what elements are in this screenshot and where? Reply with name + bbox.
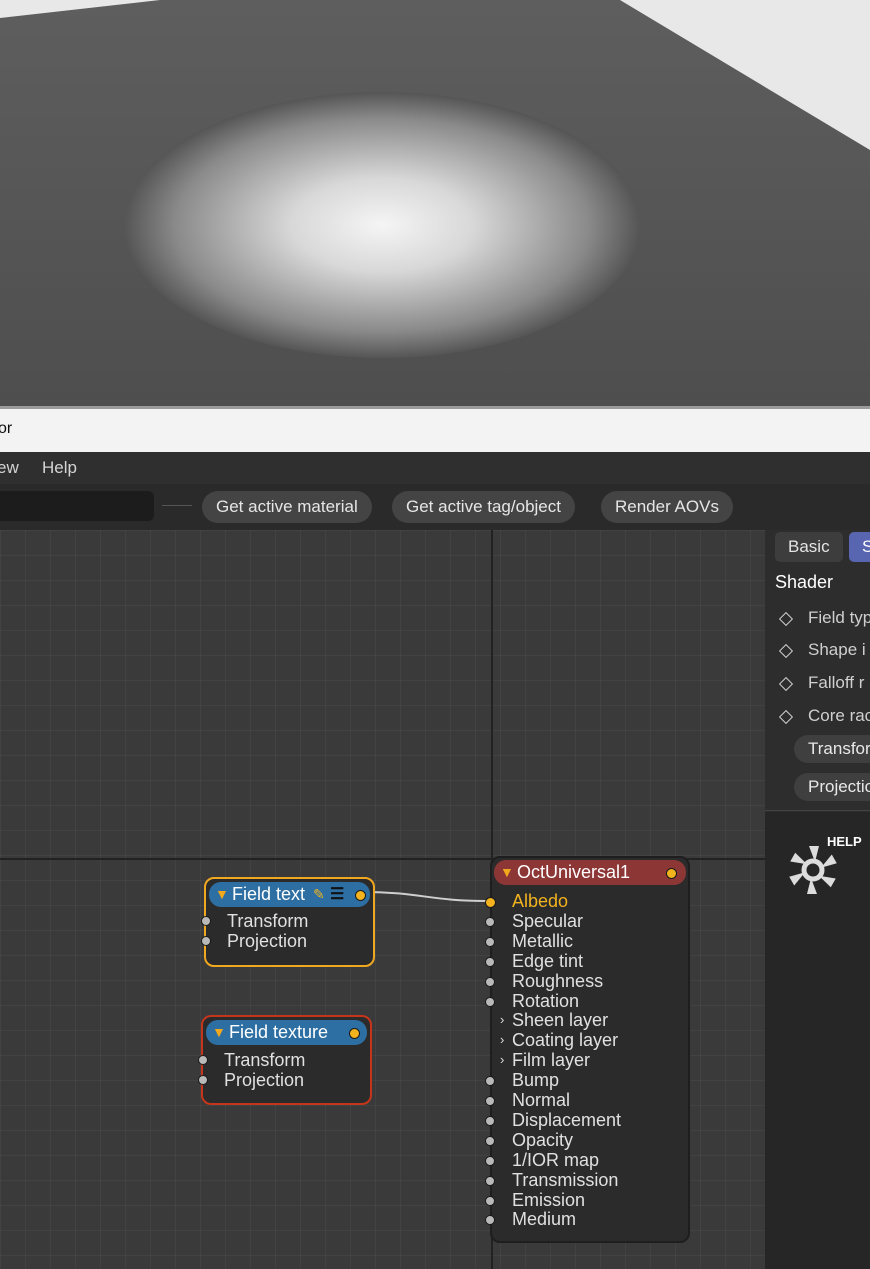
input-port[interactable] [485,1195,495,1206]
keyframe-diamond-icon[interactable] [778,643,794,659]
input-port-projection[interactable] [201,936,211,946]
node-graph[interactable]: ▼ Field text ✎ ☰ Transform Projection ▼ … [0,530,765,1269]
output-port[interactable] [355,890,366,901]
input-port-transform[interactable] [201,916,211,926]
get-active-tag-object-button[interactable]: Get active tag/object [392,491,575,523]
tab-shader[interactable]: S [849,532,870,562]
pin-label: Coating layer [512,1030,619,1051]
oct-universal-material-node[interactable]: ▼ OctUniversal1 Albedo Specular Metallic Ed… [485,856,690,1243]
section-heading: Shader [775,572,834,592]
param-label: Core rac [808,706,870,725]
keyframe-diamond-icon[interactable] [778,611,794,627]
menu-help[interactable]: Help [42,458,77,478]
field-text-node[interactable]: ▼ Field text ✎ ☰ Transform Projection [201,877,375,967]
input-port-transform[interactable] [198,1055,208,1065]
link-icon[interactable]: ✎ [313,886,325,903]
collapse-triangle-icon[interactable]: ▼ [500,864,514,880]
param-label: Shape i [808,640,866,659]
keyframe-diamond-icon[interactable] [778,709,794,725]
pin-label: Sheen layer [512,1010,609,1031]
param-label: Falloff r [808,673,865,692]
panel-divider [765,810,870,811]
output-port[interactable] [666,868,677,879]
input-port[interactable] [485,976,495,987]
pin-label-projection: Projection [224,1070,305,1090]
node-header[interactable]: ▼ Field texture [206,1020,367,1045]
output-port[interactable] [349,1028,360,1039]
pin-label: Roughness [512,970,604,991]
pin-label: Albedo [512,891,569,911]
pin-label: Emission [512,1189,586,1210]
pin-label: Metallic [512,930,574,951]
pin-label-projection: Projection [227,931,308,951]
node-title: Field text [232,884,306,904]
node-header[interactable]: ▼ Field text ✎ ☰ [209,882,370,907]
menu-bar: ew Help [0,452,870,484]
input-port[interactable] [485,936,495,947]
pin-label: Rotation [512,990,580,1011]
pin-label: Displacement [512,1109,622,1130]
input-port[interactable] [485,1076,495,1087]
pin-label-transform: Transform [227,911,309,931]
input-port[interactable] [485,1115,495,1126]
pin-label: Specular [512,910,584,931]
help-label[interactable]: HELP [827,834,862,849]
input-port[interactable] [485,916,495,927]
input-port[interactable] [485,996,495,1007]
input-port[interactable] [485,956,495,967]
input-port[interactable] [485,1175,495,1186]
pin-label: Film layer [512,1050,591,1071]
window-title-bar: or [0,409,870,453]
attributes-panel: Basic S Shader Field typ Shape i Falloff… [765,530,870,1269]
input-port[interactable] [485,1215,495,1226]
node-header[interactable]: ▼ OctUniversal1 [494,860,686,885]
input-port[interactable] [485,1096,495,1106]
input-port[interactable] [485,1155,495,1166]
search-input[interactable] [0,491,154,521]
transform-group-button[interactable]: Transfor [794,735,870,763]
tab-basic[interactable]: Basic [775,532,843,562]
get-active-material-button[interactable]: Get active material [202,491,372,523]
floor-plane [0,0,870,408]
collapse-triangle-icon[interactable]: ▼ [212,1024,226,1040]
projection-group-button[interactable]: Projectio [794,773,870,801]
help-area: HELP [765,812,870,1269]
pin-label: 1/IOR map [512,1149,600,1170]
field-texture-node[interactable]: ▼ Field texture Transform Projection [198,1015,372,1105]
render-aovs-button[interactable]: Render AOVs [601,491,733,523]
pin-label: Opacity [512,1129,574,1150]
pin-label: Normal [512,1090,571,1110]
pin-label: Edge tint [512,950,584,971]
expand-chevron-icon[interactable]: › [500,1012,504,1027]
pin-label: Medium [512,1209,577,1230]
input-port[interactable] [485,897,496,908]
list-icon[interactable]: ☰ [330,884,344,904]
collapse-triangle-icon[interactable]: ▼ [215,886,229,902]
expand-chevron-icon[interactable]: › [500,1052,504,1067]
expand-chevron-icon[interactable]: › [500,1032,504,1047]
input-port[interactable] [485,1135,495,1146]
menu-view[interactable]: ew [0,458,19,478]
toolbar-separator [162,505,192,506]
pin-label: Bump [512,1070,560,1091]
render-viewport[interactable] [0,0,870,408]
input-port-projection[interactable] [198,1075,208,1085]
param-label: Field typ [808,608,870,627]
node-title: Field texture [229,1022,329,1042]
node-title: OctUniversal1 [517,862,631,882]
window-title: or [0,420,13,437]
toolbar: Get active material Get active tag/objec… [0,484,870,530]
pin-label: Transmission [512,1169,619,1190]
pin-label-transform: Transform [224,1050,306,1070]
keyframe-diamond-icon[interactable] [778,676,794,692]
